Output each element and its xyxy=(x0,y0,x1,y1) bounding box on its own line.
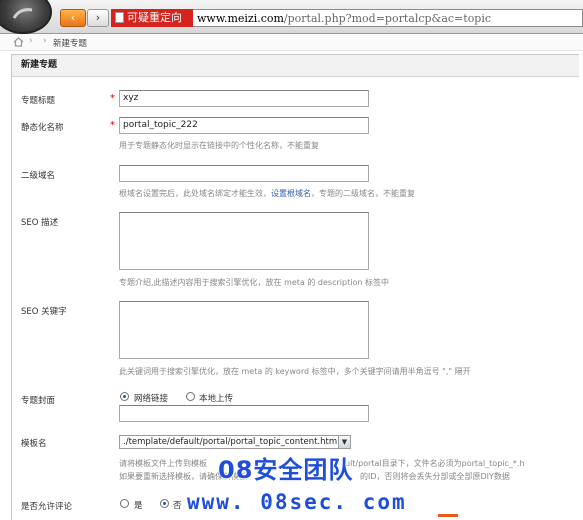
orb-arrow-icon xyxy=(12,8,33,19)
static-name-hint: 用于专题静态化时显示在链接中的个性化名称，不能重复 xyxy=(119,141,319,150)
url-path: /portal.php?mod=portalcp&ac=topic xyxy=(283,12,492,25)
breadcrumb-current: 新建专题 xyxy=(53,39,88,49)
watermark-team-name: 08安全团队 xyxy=(218,456,354,484)
subdomain-hint: 根域名设置完后，此处域名绑定才能生效，设置根域名，专题的二级域名，不能重复 xyxy=(119,188,415,199)
static-name-input[interactable]: portal_topic_222 xyxy=(119,117,369,134)
warning-label: 可疑重定向 xyxy=(127,11,182,24)
breadcrumb: › › 新建专题 xyxy=(0,34,583,51)
url-host: www.meizi.com xyxy=(197,12,284,25)
cover-local-upload-radio[interactable] xyxy=(186,392,195,401)
page-icon xyxy=(115,12,124,23)
required-mark: * xyxy=(110,93,115,104)
subdomain-label: 二级域名 xyxy=(21,171,56,181)
title-input[interactable]: xyz xyxy=(119,90,369,107)
subdomain-hint-tail: ，专题的二级域名，不能重复 xyxy=(311,189,415,198)
subdomain-hint-text: 根域名设置完后，此处域名绑定才能生效， xyxy=(119,189,271,198)
set-root-domain-link[interactable]: 设置根域名 xyxy=(271,189,311,198)
required-mark: * xyxy=(110,120,115,131)
annotation-mark xyxy=(438,514,458,517)
template-hint-start: 请将模板文件上传到模板 xyxy=(119,459,207,468)
template-label: 模板名 xyxy=(21,439,47,449)
template-selected-value: ./template/default/portal/portal_topic_c… xyxy=(123,437,338,447)
suspicious-redirect-tag[interactable]: 可疑重定向 xyxy=(111,9,193,27)
forward-button[interactable]: › xyxy=(87,9,109,27)
cover-url-input[interactable] xyxy=(119,405,369,422)
seo-keywords-hint: 此关键词用于搜索引擎优化，放在 meta 的 keyword 标签中，多个关键字… xyxy=(119,367,471,376)
seo-description-textarea[interactable] xyxy=(119,212,369,270)
title-label: 专题标题 xyxy=(21,96,56,106)
home-icon[interactable] xyxy=(13,37,24,50)
breadcrumb-separator: › xyxy=(43,36,47,46)
forward-arrow-icon: › xyxy=(95,11,101,24)
panel-heading: 新建专题 xyxy=(12,55,579,77)
seo-keywords-label: SEO 关键字 xyxy=(21,307,67,317)
allow-comment-no-radio[interactable] xyxy=(160,499,169,508)
allow-comment-yes-radio[interactable] xyxy=(120,499,129,508)
dropdown-arrow-icon: ▼ xyxy=(338,436,350,448)
cover-option-label: 网络链接 xyxy=(134,394,169,404)
watermark-url: www. 08sec. com xyxy=(187,490,407,514)
seo-description-label: SEO 描述 xyxy=(21,218,59,228)
template-select[interactable]: ./template/default/portal/portal_topic_c… xyxy=(119,435,351,449)
seo-keywords-textarea[interactable] xyxy=(119,301,369,359)
cover-web-link-radio[interactable] xyxy=(120,392,129,401)
template-hint-end: 的ID，否则将会丢失分部或全部原DIY数据 xyxy=(360,472,510,481)
template-hint-end: ult/portal目录下，文件名必须为portal_topic_*.h xyxy=(345,459,525,468)
address-bar[interactable]: www.meizi.com/portal.php?mod=portalcp&ac… xyxy=(193,9,583,27)
breadcrumb-separator: › xyxy=(29,36,33,46)
seo-description-hint: 专题介绍,此描述内容用于搜索引擎优化，放在 meta 的 description… xyxy=(119,278,389,287)
allow-comment-option: 是 xyxy=(134,501,143,511)
allow-comment-option: 否 xyxy=(173,501,182,511)
browser-orb-icon[interactable] xyxy=(0,0,52,34)
back-button[interactable]: ‹ xyxy=(60,9,86,27)
back-arrow-icon: ‹ xyxy=(70,11,76,24)
static-name-label: 静态化名称 xyxy=(21,123,64,133)
browser-toolbar: ‹ › 可疑重定向 www.meizi.com/portal.php?mod=p… xyxy=(0,0,583,34)
cover-option-label: 本地上传 xyxy=(199,394,234,404)
cover-label: 专题封面 xyxy=(21,396,56,406)
allow-comment-label: 是否允许评论 xyxy=(21,502,73,512)
subdomain-input[interactable] xyxy=(119,165,369,182)
